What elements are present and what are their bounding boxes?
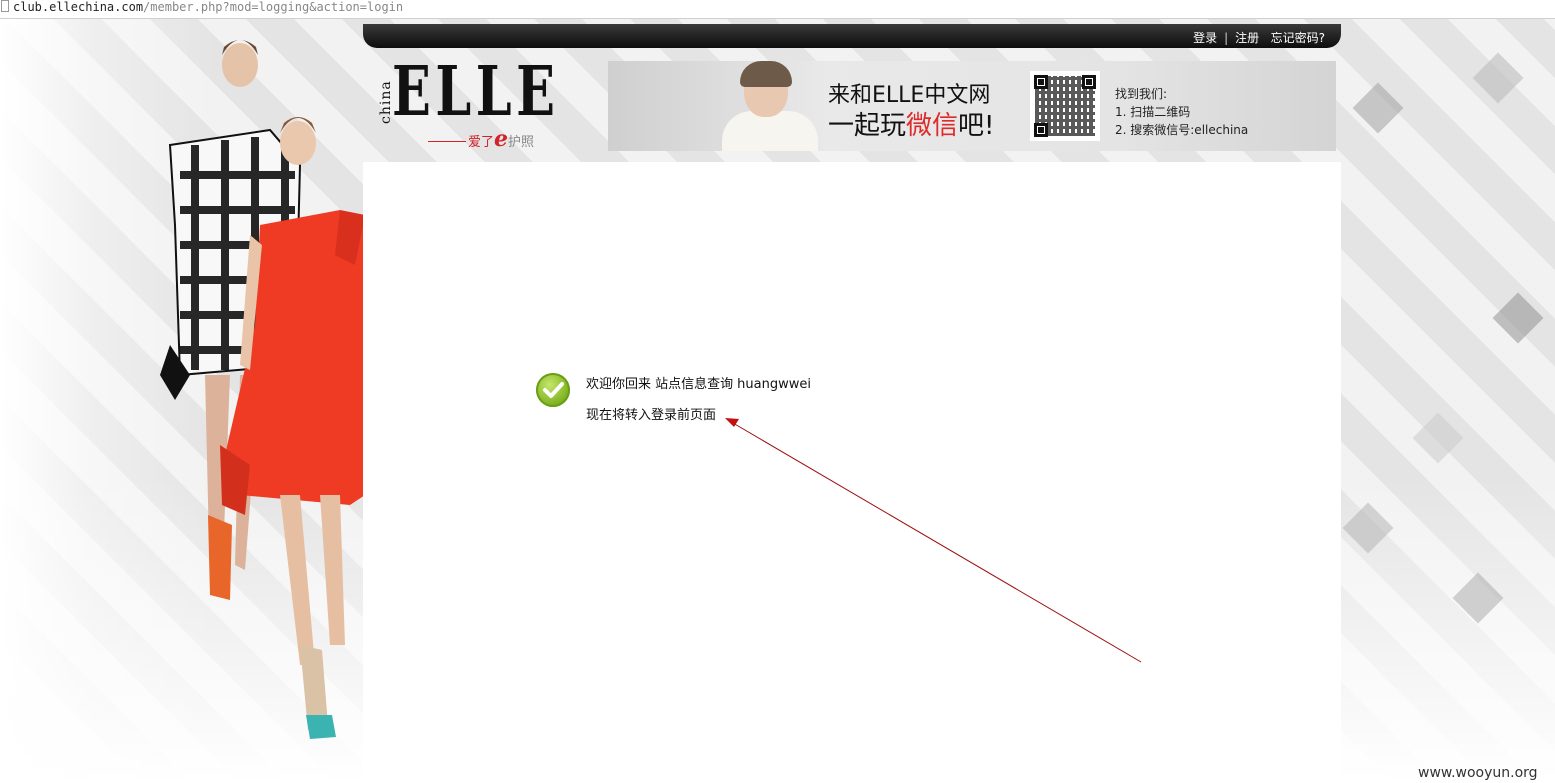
banner-line2-highlight: 微信: [906, 111, 959, 141]
fashion-models-image: [160, 40, 365, 739]
banner-line2-suffix: 吧!: [958, 111, 995, 141]
qr-code-icon: [1030, 71, 1100, 141]
url-host: club.ellechina.com: [13, 0, 144, 14]
tagline-suffix: 护照: [508, 135, 535, 150]
username-text: huangwwei: [737, 377, 811, 392]
redirect-message[interactable]: 现在将转入登录前页面: [586, 404, 716, 423]
logo-brand: ELLE: [392, 52, 560, 132]
url-path: /member.php?mod=logging&action=login: [143, 0, 404, 14]
welcome-text: 欢迎你回来 站点信息查询: [586, 377, 734, 392]
watermark: www.wooyun.org: [1418, 765, 1538, 781]
find-us-step1: 1. 扫描二维码: [1115, 105, 1191, 119]
find-us-text: 找到我们: 1. 扫描二维码 2. 搜索微信号:ellechina: [1115, 85, 1248, 139]
decorative-pattern: [1340, 40, 1555, 680]
banner-subheadline: 一起玩微信吧!: [828, 105, 994, 142]
forgot-password-link[interactable]: 忘记密码?: [1271, 31, 1325, 45]
tagline-prefix: 爱了: [468, 135, 495, 150]
top-nav-bar: 登录 | 注册 忘记密码?: [363, 24, 1341, 48]
banner-model-image: [718, 61, 823, 151]
welcome-message: 欢迎你回来 站点信息查询 huangwwei: [586, 373, 811, 392]
wechat-banner[interactable]: 来和ELLE中文网 一起玩微信吧! 找到我们: 1. 扫描二维码 2. 搜索微信…: [608, 61, 1336, 151]
main-content-panel: [363, 162, 1341, 783]
address-bar[interactable]: club.ellechina.com/member.php?mod=loggin…: [0, 0, 1555, 19]
elle-logo[interactable]: china ELLE 爱了e护照: [374, 56, 574, 156]
register-link[interactable]: 注册: [1235, 31, 1259, 45]
page-icon: [1, 0, 9, 12]
login-link[interactable]: 登录: [1193, 31, 1217, 45]
find-us-step2: 2. 搜索微信号:ellechina: [1115, 123, 1249, 137]
success-check-icon: [536, 373, 570, 407]
banner-line2-prefix: 一起玩: [828, 111, 907, 141]
account-links: 登录 | 注册 忘记密码?: [1193, 29, 1325, 46]
nav-separator: |: [1224, 31, 1229, 45]
tagline-e: e: [494, 126, 509, 152]
find-us-title: 找到我们:: [1115, 87, 1168, 101]
logo-tagline: 爱了e护照: [428, 126, 534, 152]
